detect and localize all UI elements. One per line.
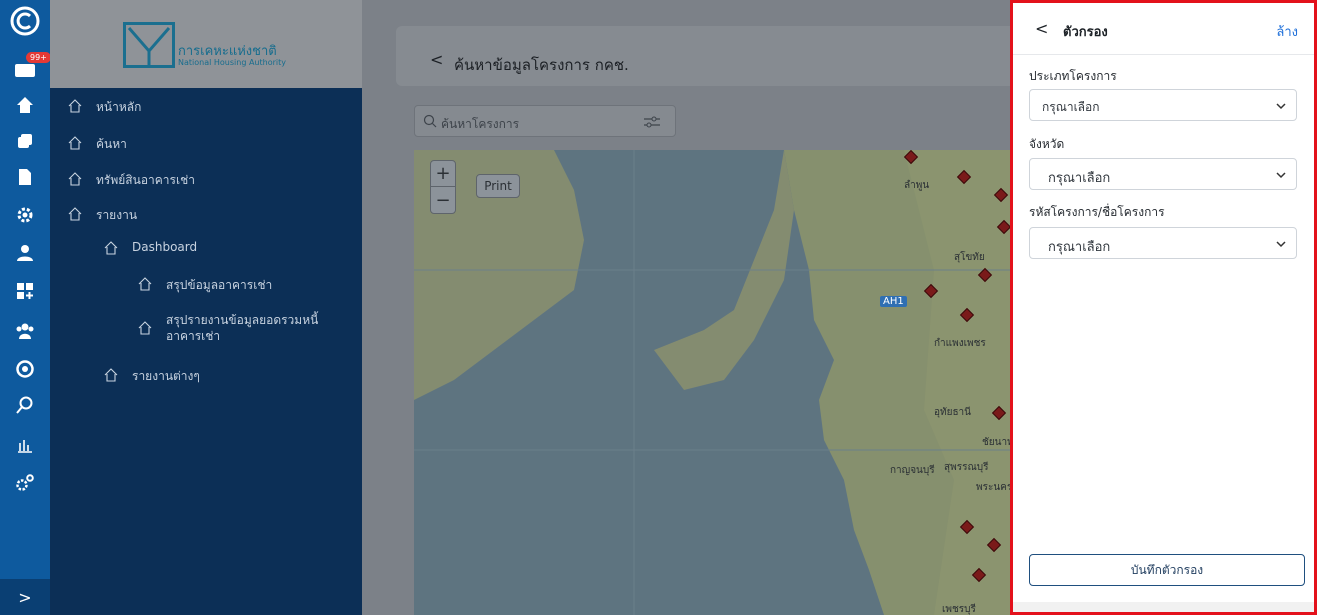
menu-item-rental-summary[interactable]: สรุปข้อมูลอาคารเช่า [138,276,272,295]
menu-item-other-reports[interactable]: รายงานต่างๆ [104,367,200,386]
map-label: ชัยนาท [982,437,1010,448]
filter-header: < ตัวกรอง ล้าง [1013,3,1314,55]
nha-logo [123,22,175,68]
menu-item-debt-summary[interactable]: สรุปรายงานข้อมูลยอดรวมหนี้ อาคารเช่า [138,312,318,344]
home-outline-icon [104,368,118,382]
filter-panel: < ตัวกรอง ล้าง ประเภทโครงการ กรุณาเลือก … [1010,0,1317,615]
highway-badge: AH1 [880,296,907,307]
horizontal-scrollbar[interactable] [1013,602,1314,612]
home-outline-icon [68,99,82,113]
back-button[interactable]: < [430,50,443,69]
menu-item-label: ทรัพย์สินอาคารเช่า [96,173,195,187]
brand-name-en: National Housing Authority [178,58,286,67]
filter-back-button[interactable]: < [1035,19,1048,38]
menu-item-label: สรุปข้อมูลอาคารเช่า [166,278,273,292]
grid-plus-icon[interactable] [12,278,38,304]
save-filter-button[interactable]: บันทึกตัวกรอง [1029,554,1305,586]
user-icon[interactable] [12,240,38,266]
print-button[interactable]: Print [476,174,520,198]
map-label: พระนคร [976,482,1010,493]
menu-item-label: สรุปรายงานข้อมูลยอดรวมหนี้ [166,313,319,327]
map-label: กาญจนบุรี [890,465,935,476]
page-title: ค้นหาข้อมูลโครงการ กคช. [454,56,629,74]
main-content: < ค้นหาข้อมูลโครงการ กคช. ค้นหาโครงการ +… [362,0,1010,615]
copy-icon[interactable] [12,128,38,154]
menu-item-label-line2: อาคารเช่า [166,329,221,343]
home-outline-icon [68,207,82,221]
home-outline-icon [68,172,82,186]
province-select[interactable]: กรุณาเลือก [1029,158,1297,190]
map-label: ลำพูน [904,180,930,191]
zoom-out-button[interactable]: − [431,187,455,213]
clear-filter-link[interactable]: ล้าง [1276,21,1298,42]
page-header: < ค้นหาข้อมูลโครงการ กคช. [396,26,1010,86]
coin-icon[interactable] [12,356,38,382]
chevron-down-icon [1276,172,1286,179]
group-icon[interactable] [12,318,38,344]
search-input[interactable]: ค้นหาโครงการ [441,115,519,134]
document-icon[interactable] [12,164,38,190]
brand-c-icon[interactable] [10,6,40,36]
select-value: กรุณาเลือก [1048,240,1111,255]
menu-item-label: Dashboard [132,240,198,254]
brand-header: การเคหะแห่งชาติ National Housing Authori… [50,0,362,88]
expand-sidebar-button[interactable]: > [0,579,50,615]
search-icon[interactable] [12,392,38,418]
sidebar-menu: การเคหะแห่งชาติ National Housing Authori… [50,0,362,615]
settings-cog-icon[interactable] [12,202,38,228]
map-label: กำแพงเพชร [934,338,986,349]
search-icon [423,114,437,128]
home-outline-icon [104,241,118,255]
province-label: จังหวัด [1029,137,1065,151]
filter-sliders-icon[interactable] [643,113,661,131]
filter-title: ตัวกรอง [1063,25,1108,40]
map-label: เพชรบุรี [942,604,976,615]
home-outline-icon [138,321,152,335]
home-icon[interactable] [12,92,38,118]
select-value: กรุณาเลือก [1048,171,1111,186]
chevron-down-icon [1276,241,1286,248]
project-code-label: รหัสโครงการ/ชื่อโครงการ [1029,205,1165,219]
home-outline-icon [68,136,82,150]
map-land [414,150,1010,615]
project-type-select[interactable]: กรุณาเลือก [1029,89,1297,121]
menu-item-dashboard[interactable]: Dashboard [104,240,197,255]
project-type-label: ประเภทโครงการ [1029,69,1117,83]
project-search[interactable]: ค้นหาโครงการ [414,105,676,137]
map-label: อุทัยธานี [934,407,972,418]
project-code-select[interactable]: กรุณาเลือก [1029,227,1297,259]
icon-rail: 99+ > [0,0,51,615]
menu-item-label: หน้าหลัก [96,100,142,114]
notification-badge: 99+ [26,52,51,63]
select-value: กรุณาเลือก [1042,100,1100,114]
menu-item-home[interactable]: หน้าหลัก [68,98,141,117]
home-outline-icon [138,277,152,291]
project-map[interactable]: + − Print ลำพูน สุโขทัย AH1 กำแพงเพชร อุ… [414,150,1010,615]
gears-icon[interactable] [12,470,38,496]
menu-item-label: รายงานต่างๆ [132,369,200,383]
menu-item-search[interactable]: ค้นหา [68,135,127,154]
map-label: สุพรรณบุรี [944,462,989,473]
map-label: สุโขทัย [954,252,985,263]
menu-item-reports[interactable]: รายงาน [68,206,137,225]
menu-item-rental-assets[interactable]: ทรัพย์สินอาคารเช่า [68,171,195,190]
menu-item-label-group: สรุปรายงานข้อมูลยอดรวมหนี้ อาคารเช่า [166,312,318,344]
menu-item-label: ค้นหา [96,137,127,151]
chevron-down-icon [1276,103,1286,110]
zoom-in-button[interactable]: + [431,161,455,187]
zoom-control: + − [430,160,456,214]
menu-item-label: รายงาน [96,208,138,222]
bar-chart-icon[interactable] [12,432,38,458]
